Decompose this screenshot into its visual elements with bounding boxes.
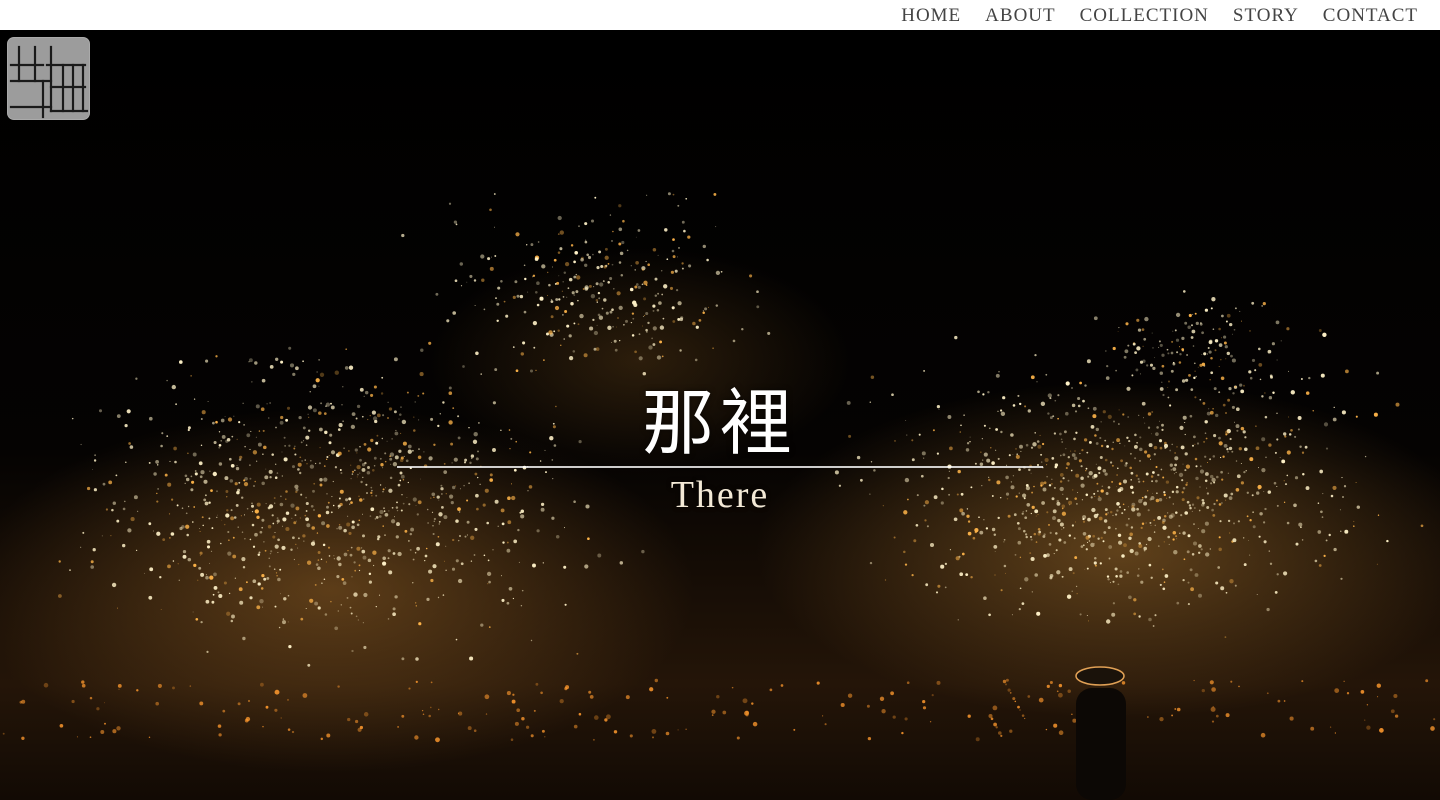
- nav-collection-link[interactable]: COLLECTION: [1080, 3, 1209, 27]
- nav-about-link[interactable]: ABOUT: [985, 3, 1055, 27]
- nav-contact-link[interactable]: CONTACT: [1323, 3, 1418, 27]
- site-logo[interactable]: [7, 37, 90, 120]
- hero-title-block: 那裡 There: [0, 380, 1440, 522]
- top-navigation-bar: HOME ABOUT COLLECTION STORY CONTACT: [0, 0, 1440, 30]
- nav-home-link[interactable]: HOME: [901, 3, 961, 27]
- logo-mark-icon: [9, 45, 89, 119]
- person-silhouette-image: [1075, 666, 1126, 800]
- nav-story-link[interactable]: STORY: [1233, 3, 1299, 27]
- main-nav: HOME ABOUT COLLECTION STORY CONTACT: [901, 0, 1418, 30]
- hero-title: 那裡: [641, 381, 798, 465]
- hero-subtitle: There: [670, 474, 770, 516]
